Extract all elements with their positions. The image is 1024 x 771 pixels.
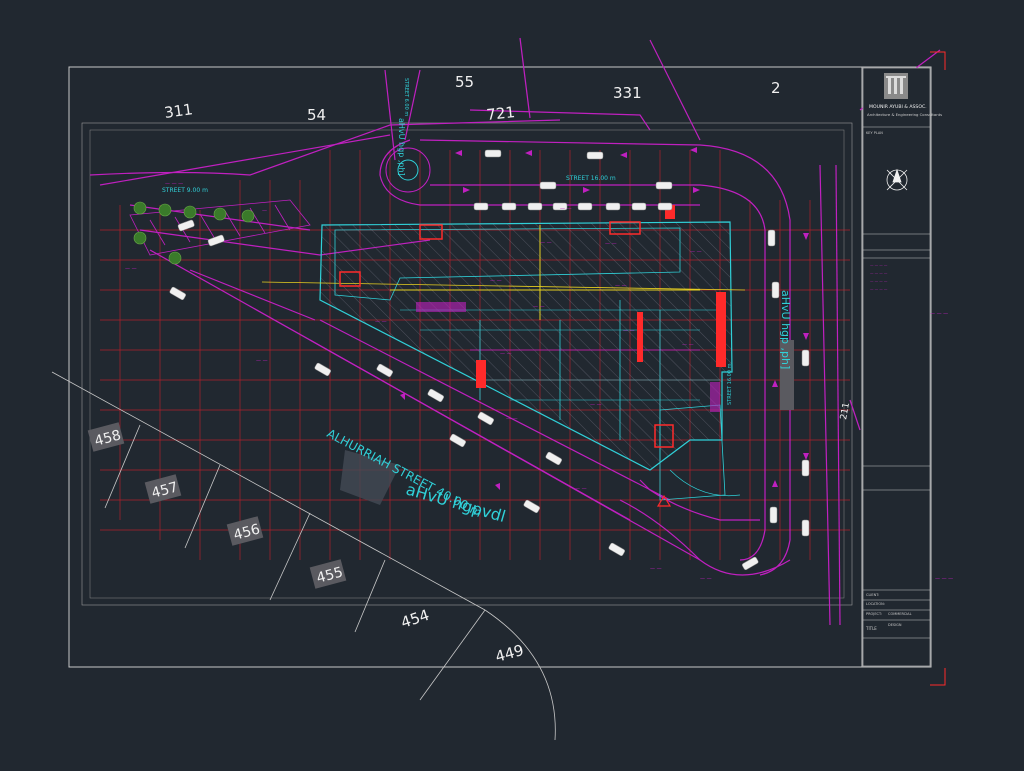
svg-text:— —: — —: [256, 358, 268, 364]
cad-drawing-canvas[interactable]: — — — — — — — — — — — — — — — — — — — — …: [0, 0, 1024, 771]
svg-text:— —: — —: [623, 328, 635, 334]
parcel-number-449: 449: [493, 641, 525, 666]
title-block: MOUNIR AYUBI & ASSOC. Architecture & Eng…: [862, 67, 942, 667]
upper-arabic-label: aHvU hgp ,ph]: [397, 118, 406, 176]
svg-text:— —: — —: [533, 304, 545, 310]
svg-text:— —: — —: [490, 278, 502, 284]
right-street-label: STREET 16.00 m: [727, 363, 733, 405]
parcel-number-721: 721: [486, 103, 516, 124]
parcel-number-55: 55: [455, 73, 474, 91]
firm-name: MOUNIR AYUBI & ASSOC.: [869, 104, 927, 110]
parcel-number-211: 211: [839, 402, 852, 421]
svg-text:—: —: [262, 208, 267, 214]
street-label-9m: STREET 9.00 m: [162, 187, 208, 194]
svg-text:— —: — —: [590, 402, 602, 408]
svg-text:— — —: — — —: [930, 311, 948, 317]
key-plan-label: KEY PLAN: [866, 131, 883, 135]
sheet-corner-marks: [930, 51, 946, 686]
alhurriah-arabic-label: aHvU hgpvdl: [404, 480, 508, 527]
parcel-number-331: 331: [613, 84, 642, 102]
street-label-top: STREET 6.00 m: [403, 78, 409, 116]
title-value: DESIGN: [888, 623, 902, 627]
parcel-tags: 458 457 456 455: [87, 422, 347, 589]
svg-text:— —: — —: [442, 408, 454, 414]
svg-text:— —: — —: [375, 319, 387, 325]
parcel-number-54: 54: [307, 106, 326, 124]
svg-text:— —: — —: [500, 351, 512, 357]
building-footprint: [261, 221, 746, 501]
svg-text:— — — —: — — — —: [870, 287, 888, 291]
svg-text:— —: — —: [506, 416, 518, 422]
svg-text:— — — —: — — — —: [870, 279, 888, 283]
svg-text:— — — —: — — — —: [870, 263, 888, 267]
building-logo-icon: [884, 73, 908, 99]
project-label: PROJECT:: [866, 612, 882, 616]
title-label: TITLE: [865, 626, 877, 631]
svg-text:— —: — —: [560, 206, 572, 212]
firm-subtitle: Architecture & Engineering Consultants: [867, 112, 942, 117]
svg-text:— —: — —: [615, 283, 627, 289]
svg-text:— —: — —: [690, 249, 702, 255]
parcel-number-2: 2: [771, 79, 781, 97]
svg-text:— —: — —: [682, 342, 694, 348]
right-arabic-label: aHvU hgp ,ph]: [779, 290, 792, 369]
svg-text:— — — —: — — — —: [870, 271, 888, 275]
street-label-16m: STREET 16.00 m: [566, 175, 616, 182]
parcel-number-311: 311: [163, 100, 194, 122]
svg-text:— —: — —: [700, 576, 712, 582]
project-value: COMMERCIAL: [888, 612, 912, 616]
svg-text:— —: — —: [605, 241, 617, 247]
roundabout: [385, 147, 431, 193]
client-label: CLIENT:: [866, 593, 879, 597]
svg-text:— —: — —: [125, 266, 137, 272]
svg-text:— —: — —: [650, 566, 662, 572]
location-label: LOCATION:: [866, 602, 885, 606]
parcel-number-454: 454: [399, 606, 432, 632]
svg-text:— —: — —: [575, 486, 587, 492]
svg-text:— — —: — — —: [935, 576, 953, 582]
svg-text:— —: — —: [540, 240, 552, 246]
